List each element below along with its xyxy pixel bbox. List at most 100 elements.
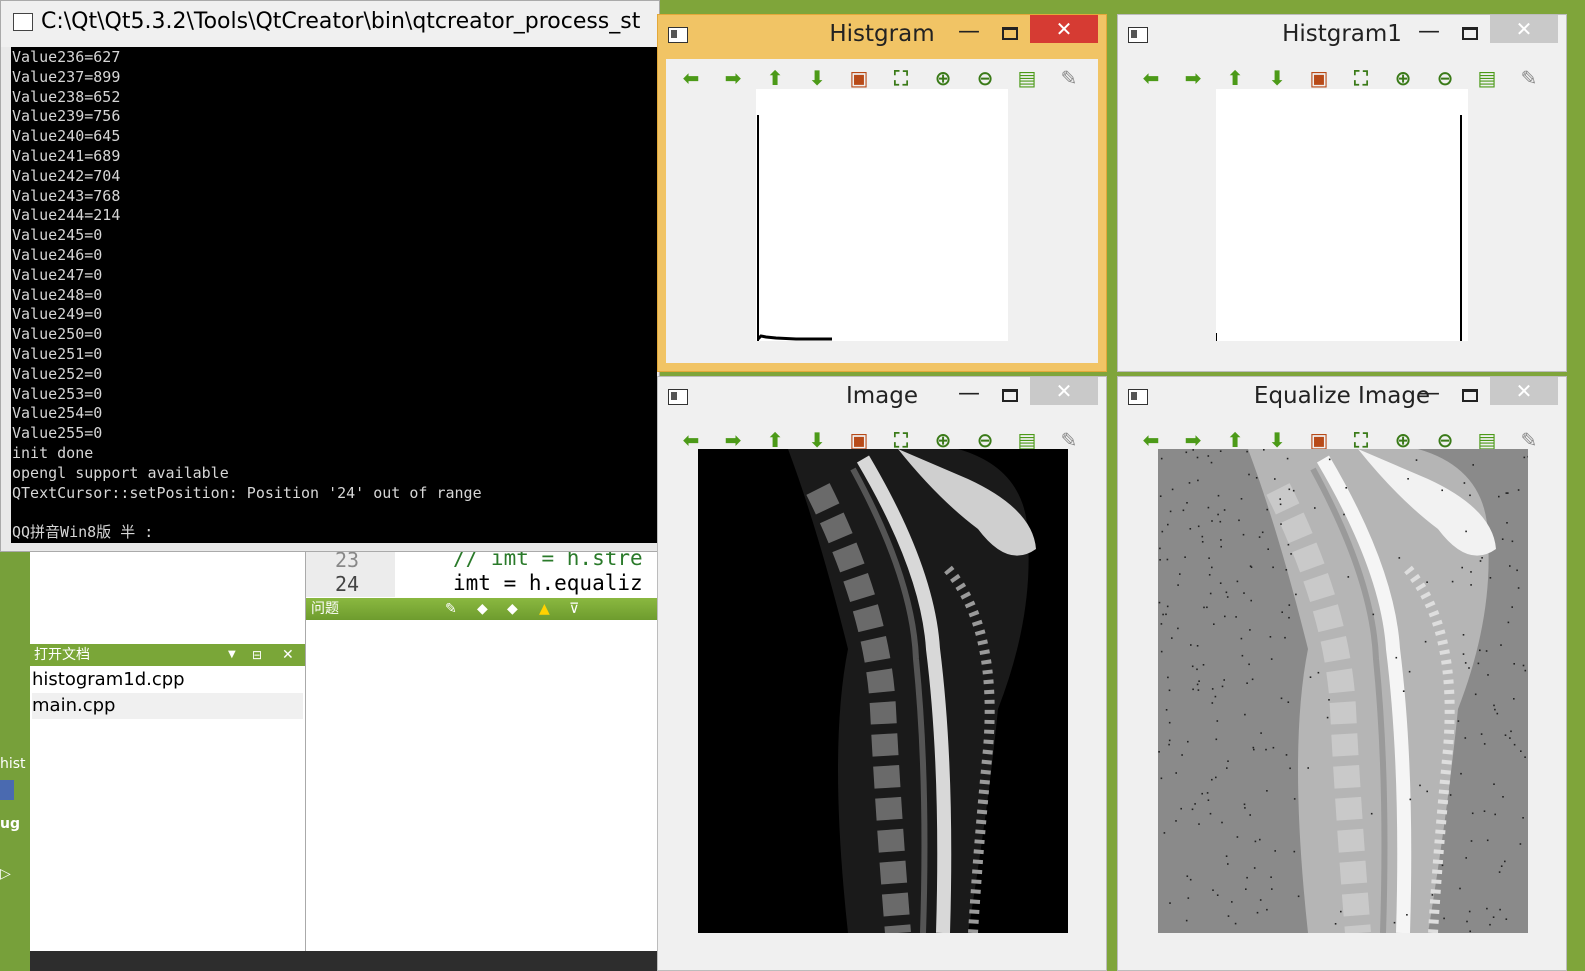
noise-speck bbox=[1505, 492, 1508, 494]
noise-speck bbox=[1166, 605, 1169, 608]
console-line: Value248=0 bbox=[12, 285, 103, 304]
save-icon[interactable]: ▤ bbox=[1006, 63, 1048, 93]
problems-title: 问题 bbox=[311, 601, 339, 617]
arrow-left-icon[interactable]: ⬅ bbox=[1130, 63, 1172, 93]
noise-speck bbox=[1500, 644, 1502, 646]
mode-label[interactable]: hist bbox=[0, 756, 26, 772]
mode-sidebar: hist ug ▷ bbox=[0, 540, 30, 971]
noise-speck bbox=[1520, 750, 1522, 752]
console-window: C:\Qt\Qt5.3.2\Tools\QtCreator\bin\qtcrea… bbox=[0, 0, 660, 552]
noise-speck bbox=[1215, 738, 1218, 741]
noise-speck bbox=[1184, 556, 1186, 558]
split-icon[interactable]: ⊟ bbox=[252, 644, 262, 666]
noise-speck bbox=[1470, 571, 1472, 573]
noise-speck bbox=[1190, 644, 1192, 646]
noise-speck bbox=[1511, 540, 1514, 543]
noise-speck bbox=[1236, 580, 1239, 583]
minimize-button[interactable]: — bbox=[1414, 19, 1444, 44]
brush-icon[interactable]: ✎ bbox=[1048, 63, 1090, 93]
noise-speck bbox=[1279, 498, 1281, 500]
save-icon[interactable]: ▤ bbox=[1466, 63, 1508, 93]
console-line: Value252=0 bbox=[12, 364, 103, 383]
minimize-button[interactable]: — bbox=[954, 381, 984, 406]
close-button[interactable]: ✕ bbox=[1030, 15, 1098, 43]
mode-label[interactable]: ug bbox=[0, 816, 20, 832]
noise-speck bbox=[1460, 772, 1462, 775]
noise-speck bbox=[1261, 531, 1264, 534]
qt-creator-background: 23 24 // imt = h.stre imt = h.equaliz 问题… bbox=[0, 540, 660, 971]
noise-speck bbox=[1408, 670, 1411, 673]
noise-speck bbox=[1166, 558, 1169, 561]
noise-speck bbox=[1208, 574, 1211, 576]
filter-icon[interactable]: ⊽ bbox=[569, 598, 579, 620]
noise-speck bbox=[1270, 658, 1273, 660]
noise-speck bbox=[1219, 450, 1222, 452]
console-line: Value247=0 bbox=[12, 265, 103, 284]
next-icon[interactable]: ◆ bbox=[507, 598, 518, 620]
minimize-button[interactable]: — bbox=[954, 19, 984, 44]
monitor-icon[interactable] bbox=[0, 780, 14, 800]
noise-speck bbox=[1284, 636, 1286, 639]
close-button[interactable]: ✕ bbox=[1030, 377, 1098, 405]
noise-speck bbox=[1498, 871, 1501, 873]
window-client: ⬅ ➡ ⬆ ⬇ ▣ ⛶ ⊕ ⊖ ▤ ✎ bbox=[1126, 421, 1558, 962]
maximize-button[interactable] bbox=[1462, 389, 1478, 402]
noise-speck bbox=[1197, 689, 1200, 691]
noise-speck bbox=[1507, 621, 1510, 624]
histogram-plot bbox=[1215, 89, 1468, 341]
run-icon[interactable]: ▷ bbox=[0, 866, 11, 882]
noise-speck bbox=[1207, 455, 1210, 457]
noise-speck bbox=[1519, 843, 1522, 845]
console-titlebar[interactable]: C:\Qt\Qt5.3.2\Tools\QtCreator\bin\qtcrea… bbox=[1, 1, 659, 47]
close-button[interactable]: ✕ bbox=[1490, 377, 1558, 405]
noise-speck bbox=[1211, 520, 1213, 522]
close-icon[interactable]: ✕ bbox=[282, 644, 294, 666]
arrow-right-icon[interactable]: ➡ bbox=[712, 63, 754, 93]
arrow-right-icon[interactable]: ➡ bbox=[1172, 63, 1214, 93]
maximize-button[interactable] bbox=[1002, 389, 1018, 402]
noise-speck bbox=[1481, 557, 1483, 559]
maximize-button[interactable] bbox=[1002, 27, 1018, 40]
noise-speck bbox=[1209, 592, 1212, 595]
noise-speck bbox=[1470, 840, 1473, 842]
noise-speck bbox=[1168, 739, 1171, 742]
noise-speck bbox=[1226, 596, 1229, 598]
noise-speck bbox=[1509, 737, 1511, 739]
noise-speck bbox=[1198, 680, 1200, 682]
open-document-item[interactable]: histogram1d.cpp bbox=[32, 667, 303, 694]
noise-speck bbox=[1272, 746, 1275, 749]
maximize-button[interactable] bbox=[1462, 27, 1478, 40]
noise-speck bbox=[1216, 894, 1219, 896]
noise-speck bbox=[1165, 709, 1168, 711]
console-line: Value241=689 bbox=[12, 146, 121, 165]
noise-speck bbox=[1523, 456, 1526, 459]
noise-speck bbox=[1158, 601, 1161, 604]
clear-icon[interactable]: ✎ bbox=[445, 598, 457, 620]
open-document-item[interactable]: main.cpp bbox=[32, 693, 303, 719]
noise-speck bbox=[1168, 721, 1171, 724]
noise-speck bbox=[1309, 676, 1312, 678]
console-line: QQ拼音Win8版 半 : bbox=[12, 523, 154, 542]
window-client: ⬅ ➡ ⬆ ⬇ ▣ ⛶ ⊕ ⊖ ▤ ✎ bbox=[666, 59, 1098, 363]
brush-icon[interactable]: ✎ bbox=[1508, 63, 1550, 93]
dropdown-icon[interactable]: ▼ bbox=[228, 644, 236, 666]
noise-speck bbox=[1466, 920, 1468, 923]
noise-speck bbox=[1191, 808, 1194, 811]
noise-speck bbox=[1402, 690, 1405, 692]
close-button[interactable]: ✕ bbox=[1490, 15, 1558, 43]
noise-speck bbox=[1171, 637, 1173, 639]
minimize-button[interactable]: — bbox=[1414, 381, 1444, 406]
noise-speck bbox=[1227, 760, 1229, 762]
noise-speck bbox=[1225, 591, 1228, 594]
noise-speck bbox=[1486, 907, 1488, 910]
arrow-left-icon[interactable]: ⬅ bbox=[670, 63, 712, 93]
prev-icon[interactable]: ◆ bbox=[477, 598, 488, 620]
noise-speck bbox=[1217, 513, 1219, 516]
noise-speck bbox=[1334, 923, 1337, 925]
warning-icon[interactable]: ▲ bbox=[539, 598, 550, 620]
console-output[interactable]: Value236=627 Value237=899 Value238=652 Valu… bbox=[11, 47, 657, 543]
noise-speck bbox=[1179, 573, 1181, 575]
console-line: Value237=899 bbox=[12, 67, 121, 86]
noise-speck bbox=[1477, 662, 1480, 665]
noise-speck bbox=[1201, 535, 1204, 538]
